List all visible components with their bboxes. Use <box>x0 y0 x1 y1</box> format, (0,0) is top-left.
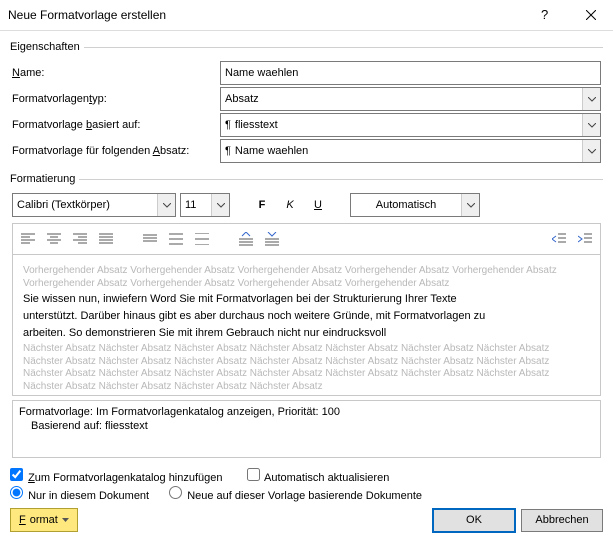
chevron-down-icon[interactable] <box>582 114 600 136</box>
follow-combo[interactable]: ¶Name waehlen <box>220 139 601 163</box>
dialog-title: Neue Formatvorlage erstellen <box>0 8 523 22</box>
close-button[interactable] <box>568 0 613 30</box>
template-based-radio[interactable]: Neue auf dieser Vorlage basierende Dokum… <box>169 486 422 502</box>
spacing-2-button[interactable] <box>190 227 214 251</box>
ok-button[interactable]: OK <box>433 509 515 532</box>
based-label: Formatvorlage basiert auf: <box>12 119 220 131</box>
font-color-value: Automatisch <box>351 199 461 211</box>
spacing-1.5-button[interactable] <box>164 227 188 251</box>
based-combo[interactable]: ¶fliesstext <box>220 113 601 137</box>
chevron-down-icon[interactable] <box>582 140 600 162</box>
align-right-button[interactable] <box>68 227 92 251</box>
align-left-button[interactable] <box>16 227 40 251</box>
chevron-down-icon[interactable] <box>582 88 600 110</box>
formatting-legend: Formatierung <box>10 173 79 185</box>
add-to-gallery-checkbox[interactable]: Zum Formatvorlagenkatalog hinzufügen <box>10 468 223 484</box>
format-button[interactable]: Format <box>10 508 78 532</box>
preview-prev-ghost: Vorhergehender Absatz Vorhergehender Abs… <box>23 265 590 290</box>
auto-update-checkbox[interactable]: Automatisch aktualisieren <box>247 468 390 484</box>
properties-group: Eigenschaften Name: Formatvorlagentyp: A… <box>10 41 603 167</box>
font-size-value: 11 <box>181 199 211 211</box>
font-family-combo[interactable]: Calibri (Textkörper) <box>12 193 176 217</box>
indent-increase-button[interactable] <box>573 227 597 251</box>
type-combo[interactable]: Absatz <box>220 87 601 111</box>
preview-line: Sie wissen nun, inwiefern Word Sie mit F… <box>23 293 590 307</box>
font-color-combo[interactable]: Automatisch <box>350 193 480 217</box>
summary-line: Basierend auf: fliesstext <box>19 419 594 433</box>
summary-line: Formatvorlage: Im Formatvorlagenkatalog … <box>19 405 594 419</box>
preview-next-ghost: Nächster Absatz Nächster Absatz Nächster… <box>23 343 590 393</box>
formatting-group: Formatierung Calibri (Textkörper) 11 F K… <box>10 173 603 460</box>
name-input[interactable] <box>220 61 601 85</box>
bold-button[interactable]: F <box>250 193 274 217</box>
font-family-value: Calibri (Textkörper) <box>13 199 157 211</box>
align-center-button[interactable] <box>42 227 66 251</box>
align-justify-button[interactable] <box>94 227 118 251</box>
style-summary: Formatvorlage: Im Formatvorlagenkatalog … <box>12 400 601 458</box>
preview-box: Vorhergehender Absatz Vorhergehender Abs… <box>12 254 601 396</box>
svg-text:?: ? <box>541 8 548 22</box>
spacing-1-button[interactable] <box>138 227 162 251</box>
chevron-down-icon[interactable] <box>157 194 175 216</box>
preview-line: arbeiten. So demonstrieren Sie mit ihrem… <box>23 327 590 341</box>
preview-line: unterstützt. Darüber hinaus gibt es aber… <box>23 310 590 324</box>
name-label: Name: <box>12 67 220 79</box>
chevron-down-icon <box>62 518 69 522</box>
chevron-down-icon[interactable] <box>461 194 479 216</box>
font-size-combo[interactable]: 11 <box>180 193 230 217</box>
only-this-doc-radio[interactable]: Nur in diesem Dokument <box>10 486 149 502</box>
cancel-button[interactable]: Abbrechen <box>521 509 603 532</box>
type-label: Formatvorlagentyp: <box>12 93 220 105</box>
chevron-down-icon[interactable] <box>211 194 229 216</box>
follow-label: Formatvorlage für folgenden Absatz: <box>12 145 220 157</box>
follow-value: ¶Name waehlen <box>221 145 582 157</box>
based-value: ¶fliesstext <box>221 119 582 131</box>
italic-button[interactable]: K <box>278 193 302 217</box>
type-value: Absatz <box>221 93 582 105</box>
help-button[interactable]: ? <box>523 0 568 30</box>
space-before-dec-button[interactable] <box>260 227 284 251</box>
paragraph-mark-icon: ¶ <box>225 145 231 157</box>
space-before-inc-button[interactable] <box>234 227 258 251</box>
underline-button[interactable]: U <box>306 193 330 217</box>
indent-decrease-button[interactable] <box>547 227 571 251</box>
properties-legend: Eigenschaften <box>10 41 84 53</box>
paragraph-mark-icon: ¶ <box>225 119 231 131</box>
